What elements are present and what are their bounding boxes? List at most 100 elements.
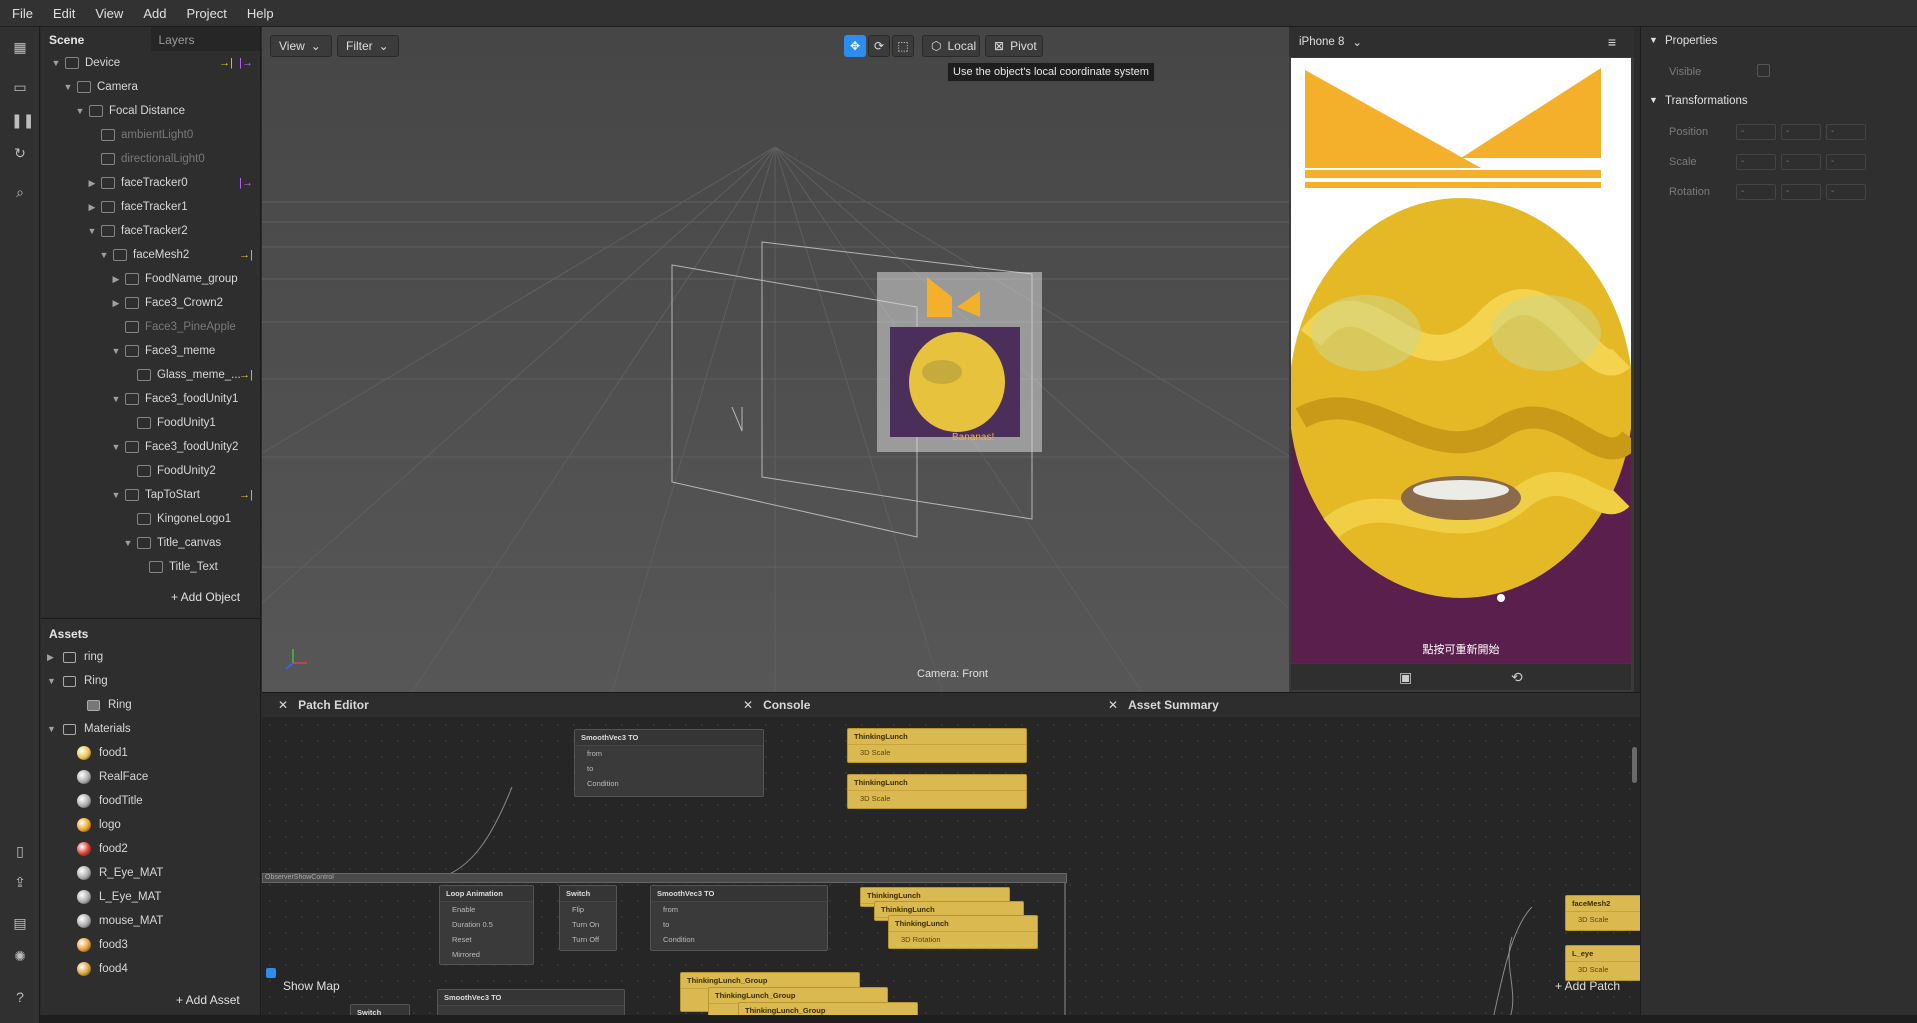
tab-patch-editor[interactable]: ✕ Patch Editor [262,693,369,717]
zoom-icon[interactable]: ⌕ [11,184,29,200]
asset-item[interactable]: food2 [41,837,261,861]
chevron-down-icon[interactable]: ▼ [47,676,57,686]
transform-field[interactable]: - [1826,124,1866,140]
device-icon[interactable]: ▯ [11,843,29,859]
chevron-right-icon[interactable]: ▶ [111,274,121,285]
chevron-down-icon[interactable]: ▼ [99,250,109,260]
chevron-down-icon[interactable]: ▼ [75,106,85,116]
menu-file[interactable]: File [12,6,33,21]
scene-item[interactable]: ▶ FoodName_group [41,267,261,291]
screenshot-icon[interactable]: ▣ [1399,669,1412,686]
asset-item[interactable]: Ring [41,693,261,717]
chevron-right-icon[interactable]: ▶ [111,298,121,309]
asset-item[interactable]: mouse_MAT [41,909,261,933]
share-icon[interactable]: ⇪ [11,874,29,890]
scene-item[interactable]: ▶ faceTracker0 |→ [41,171,261,195]
scene-item[interactable]: ambientLight0 [41,123,261,147]
asset-item[interactable]: logo [41,813,261,837]
transformations-section[interactable]: ▼ Transformations [1641,95,1748,107]
scene-item[interactable]: ▼ Device →| |→ [41,51,261,75]
chevron-down-icon[interactable]: ▼ [63,82,73,92]
scene-item[interactable]: ▼ Face3_meme [41,339,261,363]
device-select[interactable]: iPhone 8 [1299,36,1344,48]
pivot-button[interactable]: ⊠ Pivot [985,35,1043,57]
patch-link-icon[interactable]: |→ [239,177,253,189]
asset-item[interactable]: ▼ Materials [41,717,261,741]
visible-checkbox[interactable] [1757,64,1770,77]
transform-field[interactable]: - [1736,184,1776,200]
menu-add[interactable]: Add [143,6,166,21]
scene-item[interactable]: ▼ Face3_foodUnity2 [41,435,261,459]
library-icon[interactable]: ▤ [11,915,29,931]
asset-item[interactable]: food4 [41,957,261,981]
patch-node-thinkinglunch[interactable]: ThinkingLunch 3D Scale [847,774,1027,809]
move-tool-button[interactable]: ✥ [844,35,866,57]
scene-item[interactable]: KingoneLogo1 [41,507,261,531]
scene-item[interactable]: FoodUnity2 [41,459,261,483]
local-button[interactable]: ⬡ Local [922,35,980,57]
patch-link-icon[interactable]: →| [239,249,253,261]
patch-link-icon[interactable]: →| [239,489,253,501]
scene-item[interactable]: ▼ Title_canvas [41,531,261,555]
patch-node-thinkinglunch[interactable]: ThinkingLunch 3D Scale [847,728,1027,763]
chevron-down-icon[interactable]: ▼ [87,226,97,236]
chevron-right-icon[interactable]: ▶ [87,178,97,189]
help-icon[interactable]: ? [11,989,29,1005]
asset-item[interactable]: RealFace [41,765,261,789]
tab-asset-summary[interactable]: ✕ Asset Summary [1092,693,1219,717]
patch-node-loop-animation[interactable]: Loop Animation Enable Duration 0.5 Reset… [439,885,534,965]
add-patch-button[interactable]: + Add Patch [1555,979,1620,993]
scene-item[interactable]: Face3_PineApple [41,315,261,339]
asset-item[interactable]: ▼ Ring [41,669,261,693]
add-asset-button[interactable]: + Add Asset [176,993,240,1007]
scene-item[interactable]: ▼ TapToStart →| [41,483,261,507]
patch-link-icon[interactable]: →| [239,369,253,381]
patch-node-thinkinglunch[interactable]: ThinkingLunch 3D Rotation [888,915,1038,949]
patch-node-switch[interactable]: Switch Flip Turn On Turn Off [559,885,617,951]
transform-field[interactable]: - [1781,124,1821,140]
scene-item[interactable]: ▼ Focal Distance [41,99,261,123]
tab-layers[interactable]: Layers [151,27,261,51]
add-object-button[interactable]: + Add Object [171,590,240,604]
show-map-label[interactable]: Show Map [283,979,340,993]
scale-tool-button[interactable]: ⬚ [892,35,914,57]
transform-field[interactable]: - [1826,184,1866,200]
patch-link-icon[interactable]: |→ [239,57,253,69]
patch-node-smoothvec3[interactable]: SmoothVec3 TO from to Condition [650,885,828,951]
layout-icon[interactable]: ▦ [11,39,29,55]
view-dropdown[interactable]: View ⌄ [270,35,332,57]
viewport[interactable]: Bananas! View ⌄ Filter ⌄ ✥ ⟳ ⬚ ⬡ Local ⊠ Piv… [262,27,1289,692]
pause-icon[interactable]: ❚❚ [11,112,34,128]
show-map-checkbox[interactable] [266,968,276,978]
refresh-icon[interactable]: ↻ [11,145,29,161]
filter-dropdown[interactable]: Filter ⌄ [337,35,399,57]
chevron-down-icon[interactable]: ▼ [111,490,121,500]
menu-view[interactable]: View [95,6,123,21]
scene-item[interactable]: ▶ faceTracker1 [41,195,261,219]
transform-field[interactable]: - [1736,154,1776,170]
chevron-down-icon[interactable]: ▼ [47,724,57,734]
video-icon[interactable]: ▭ [11,79,29,95]
chevron-down-icon[interactable]: ▼ [111,346,121,356]
scene-item[interactable]: FoodUnity1 [41,411,261,435]
transform-field[interactable]: - [1826,154,1866,170]
asset-item[interactable]: R_Eye_MAT [41,861,261,885]
asset-item[interactable]: ▶ ring [41,645,261,669]
chevron-down-icon[interactable]: ▼ [51,58,61,68]
patch-node-smoothvec3[interactable]: SmoothVec3 TO from to Condition [574,729,764,797]
menu-icon[interactable]: ≡ [1608,34,1616,50]
asset-item[interactable]: food3 [41,933,261,957]
menu-help[interactable]: Help [247,6,274,21]
scene-item[interactable]: ▶ Face3_Crown2 [41,291,261,315]
chevron-down-icon[interactable]: ▼ [123,538,133,548]
tab-console[interactable]: ✕ Console [727,693,810,717]
scene-item[interactable]: Glass_meme_... →| [41,363,261,387]
patch-canvas[interactable]: ObserverShowControl SmoothVec3 TO from t… [262,717,1640,1023]
patch-node-facemesh2[interactable]: faceMesh2 3D Scale [1565,895,1640,931]
scene-item[interactable]: directionalLight0 [41,147,261,171]
scene-item[interactable]: ▼ faceTracker2 [41,219,261,243]
patch-link-icon[interactable]: →| [219,57,233,69]
scene-item[interactable]: ▼ faceMesh2 →| [41,243,261,267]
chevron-down-icon[interactable]: ⌄ [1352,35,1362,49]
chevron-right-icon[interactable]: ▶ [47,652,57,663]
